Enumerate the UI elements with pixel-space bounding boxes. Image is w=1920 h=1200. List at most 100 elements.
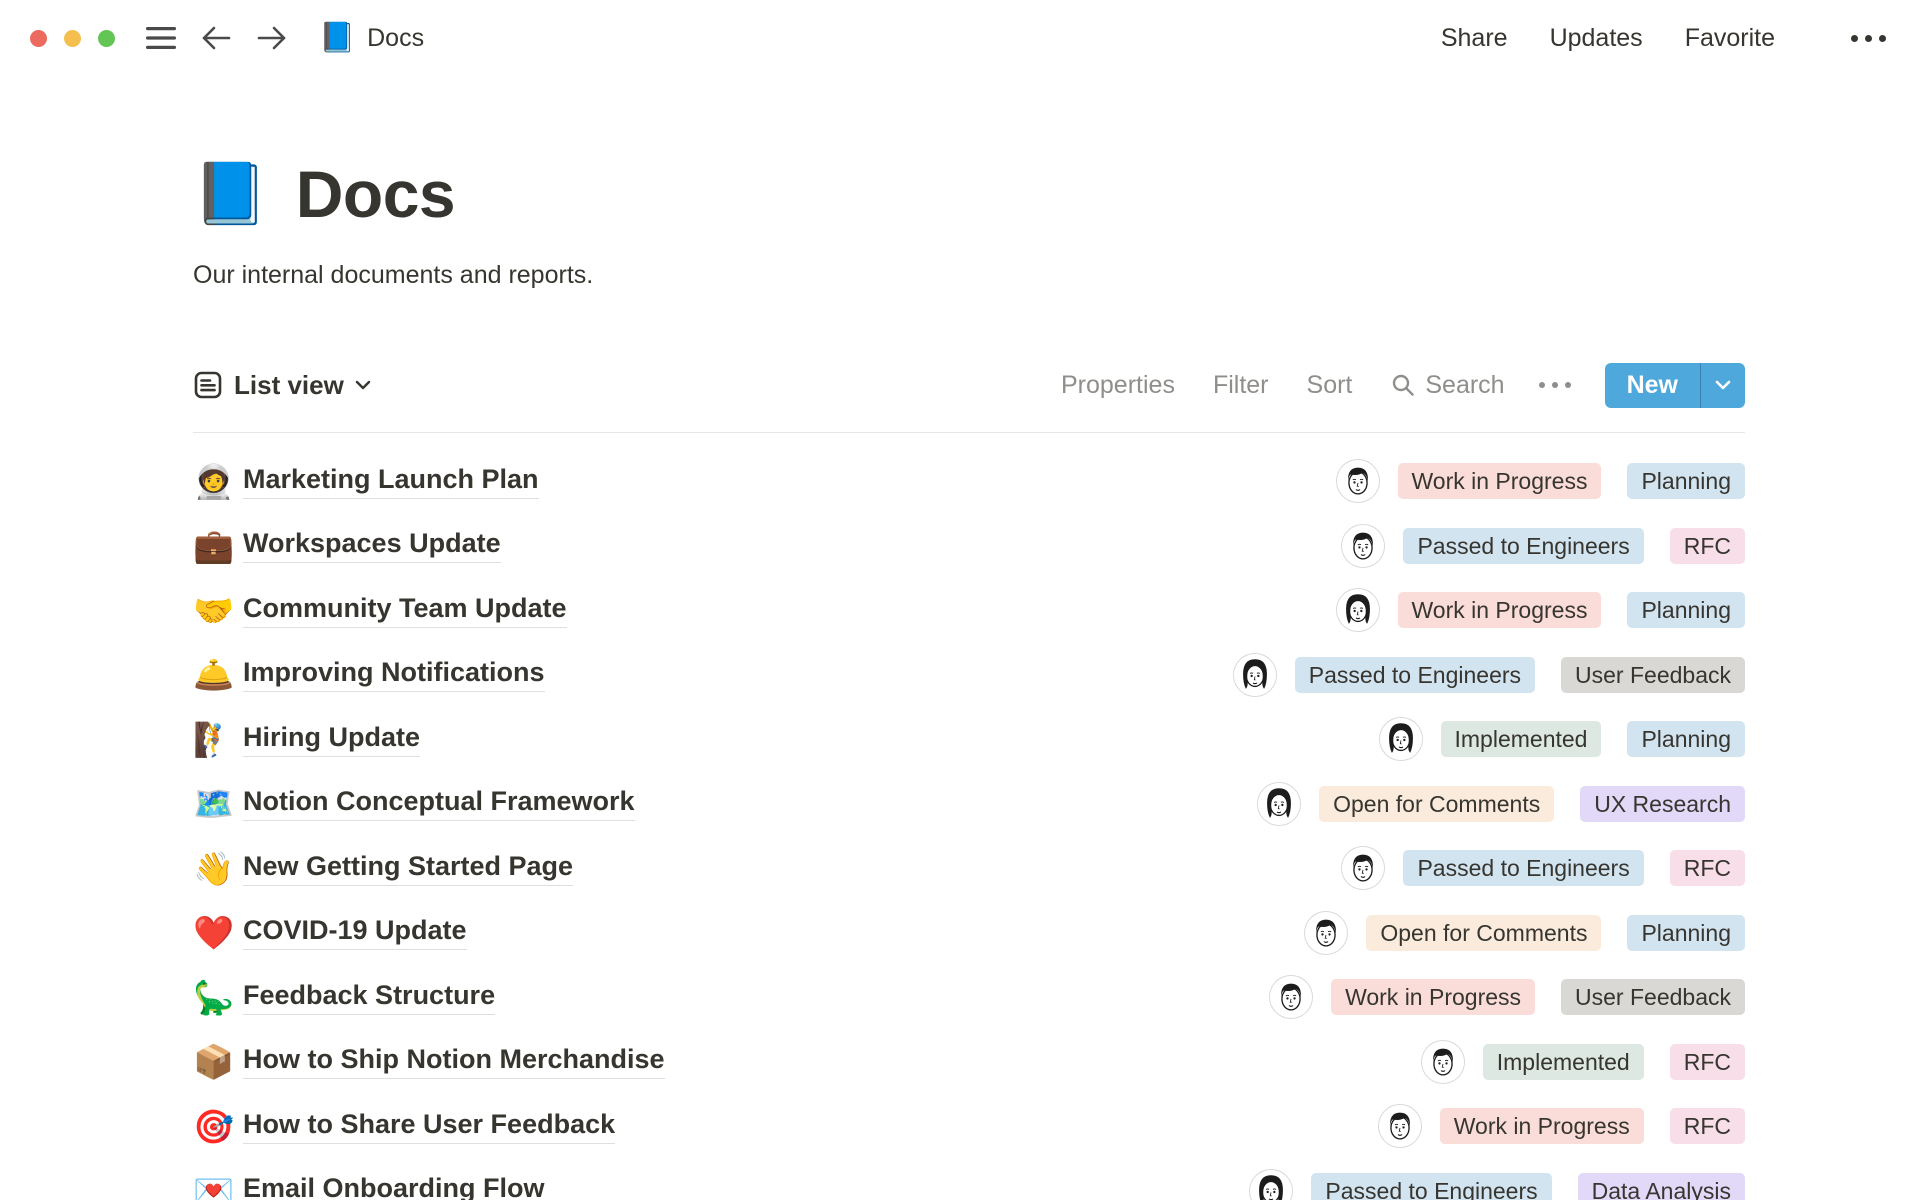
status-badge[interactable]: Work in Progress — [1397, 463, 1602, 500]
document-list: 🧑‍🚀 Marketing Launch Plan Work in Progre… — [193, 433, 1745, 1200]
favorite-button[interactable]: Favorite — [1685, 24, 1775, 53]
category-badge[interactable]: UX Research — [1580, 785, 1745, 822]
hamburger-menu-icon[interactable] — [145, 25, 177, 51]
heart-emoji-icon: ❤️ — [193, 914, 235, 952]
page-link[interactable]: New Getting Started Page — [243, 851, 574, 886]
search-button[interactable]: Search — [1390, 370, 1505, 400]
status-badge[interactable]: Work in Progress — [1397, 592, 1602, 629]
page-header: 📘 Docs — [193, 154, 1745, 234]
person-avatar — [1377, 1104, 1422, 1149]
page-link[interactable]: Marketing Launch Plan — [243, 464, 539, 499]
status-badge[interactable]: Open for Comments — [1366, 914, 1602, 951]
list-item[interactable]: 🛎️ Improving Notifications Passed to Eng… — [193, 643, 1745, 708]
list-item[interactable]: 🎯 How to Share User Feedback Work in Pro… — [193, 1094, 1745, 1159]
chevron-down-icon — [355, 380, 371, 390]
package-emoji-icon: 📦 — [193, 1043, 235, 1081]
status-badge[interactable]: Work in Progress — [1331, 979, 1536, 1016]
waving-hand-emoji-icon: 👋 — [193, 849, 235, 887]
close-window-icon[interactable] — [30, 29, 47, 47]
world-map-emoji-icon: 🗺️ — [193, 785, 235, 823]
zoom-window-icon[interactable] — [98, 29, 115, 47]
status-badge[interactable]: Open for Comments — [1319, 785, 1555, 822]
status-badge[interactable]: Passed to Engineers — [1403, 850, 1644, 887]
list-item[interactable]: 🤝 Community Team Update Work in Progress… — [193, 578, 1745, 643]
bell-emoji-icon: 🛎️ — [193, 656, 235, 694]
new-dropdown-button[interactable] — [1701, 363, 1745, 408]
page-content: 📘 Docs Our internal documents and report… — [193, 76, 1745, 1200]
person-avatar — [1420, 1039, 1465, 1084]
page-link[interactable]: Community Team Update — [243, 593, 567, 628]
status-badge[interactable]: Implemented — [1482, 1043, 1644, 1080]
list-item[interactable]: ❤️ COVID-19 Update Open for Comments Pla… — [193, 901, 1745, 966]
person-avatar — [1249, 1168, 1294, 1200]
category-badge[interactable]: User Feedback — [1561, 656, 1745, 693]
page-link[interactable]: Improving Notifications — [243, 657, 545, 693]
astronaut-emoji-icon: 🧑‍🚀 — [193, 462, 235, 500]
category-badge[interactable]: Planning — [1627, 721, 1745, 758]
list-item[interactable]: 🗺️ Notion Conceptual Framework Open for … — [193, 772, 1745, 837]
page-link[interactable]: Email Onboarding Flow — [243, 1173, 545, 1200]
list-item[interactable]: 💼 Workspaces Update Passed to Engineers … — [193, 514, 1745, 579]
list-item[interactable]: 💌 Email Onboarding Flow Passed to Engine… — [193, 1159, 1745, 1200]
list-item[interactable]: 👋 New Getting Started Page Passed to Eng… — [193, 836, 1745, 901]
new-button-group: New — [1604, 362, 1745, 408]
category-badge[interactable]: Data Analysis — [1577, 1172, 1745, 1200]
search-label: Search — [1425, 370, 1505, 399]
person-avatar — [1335, 588, 1380, 633]
filter-button[interactable]: Filter — [1213, 371, 1269, 400]
status-badge[interactable]: Work in Progress — [1439, 1108, 1644, 1145]
page-link[interactable]: How to Ship Notion Merchandise — [243, 1044, 665, 1080]
page-link[interactable]: Workspaces Update — [243, 528, 501, 564]
category-badge[interactable]: RFC — [1669, 850, 1745, 887]
toolbar-more-icon[interactable] — [1538, 382, 1571, 388]
briefcase-emoji-icon: 💼 — [193, 527, 235, 565]
new-button[interactable]: New — [1605, 363, 1700, 408]
page-link[interactable]: Feedback Structure — [243, 980, 496, 1015]
page-link[interactable]: COVID-19 Update — [243, 915, 467, 951]
properties-button[interactable]: Properties — [1061, 371, 1175, 400]
person-avatar — [1341, 523, 1386, 568]
search-icon — [1393, 374, 1415, 396]
page-link[interactable]: How to Share User Feedback — [243, 1109, 616, 1144]
dinosaur-emoji-icon: 🦕 — [193, 978, 235, 1016]
status-badge[interactable]: Passed to Engineers — [1403, 527, 1644, 564]
breadcrumb[interactable]: 📘 Docs — [319, 23, 425, 53]
category-badge[interactable]: User Feedback — [1561, 979, 1745, 1016]
sort-button[interactable]: Sort — [1307, 371, 1353, 400]
share-button[interactable]: Share — [1441, 24, 1508, 53]
window-controls — [30, 29, 115, 47]
category-badge[interactable]: Planning — [1627, 463, 1745, 500]
target-emoji-icon: 🎯 — [193, 1107, 235, 1145]
list-item[interactable]: 🧗 Hiring Update Implemented Planning — [193, 707, 1745, 772]
category-badge[interactable]: Planning — [1627, 592, 1745, 629]
minimize-window-icon[interactable] — [64, 29, 81, 47]
person-avatar — [1257, 781, 1302, 826]
page-book-icon[interactable]: 📘 — [193, 164, 268, 224]
category-badge[interactable]: RFC — [1669, 1108, 1745, 1145]
category-badge[interactable]: RFC — [1669, 1043, 1745, 1080]
status-badge[interactable]: Passed to Engineers — [1294, 656, 1536, 693]
list-item[interactable]: 📦 How to Ship Notion Merchandise Impleme… — [193, 1030, 1745, 1095]
back-arrow-icon[interactable] — [199, 24, 233, 52]
status-badge[interactable]: Implemented — [1440, 721, 1602, 758]
page-link[interactable]: Notion Conceptual Framework — [243, 786, 635, 822]
climber-emoji-icon: 🧗 — [193, 720, 235, 758]
category-badge[interactable]: Planning — [1627, 914, 1745, 951]
updates-button[interactable]: Updates — [1550, 24, 1643, 53]
person-avatar — [1269, 975, 1314, 1020]
titlebar: 📘 Docs Share Updates Favorite — [0, 0, 1920, 76]
love-letter-emoji-icon: 💌 — [193, 1172, 235, 1200]
doc-title: Docs — [367, 23, 425, 52]
person-avatar — [1378, 717, 1423, 762]
more-options-icon[interactable] — [1851, 34, 1886, 42]
status-badge[interactable]: Passed to Engineers — [1311, 1172, 1552, 1200]
category-badge[interactable]: RFC — [1669, 527, 1745, 564]
list-view-selector[interactable]: List view — [193, 370, 371, 401]
list-item[interactable]: 🧑‍🚀 Marketing Launch Plan Work in Progre… — [193, 449, 1745, 514]
person-avatar — [1232, 652, 1277, 697]
handshake-emoji-icon: 🤝 — [193, 591, 235, 629]
list-item[interactable]: 🦕 Feedback Structure Work in Progress Us… — [193, 965, 1745, 1030]
page-link[interactable]: Hiring Update — [243, 722, 421, 757]
new-chevron-down-icon — [1715, 380, 1731, 390]
forward-arrow-icon[interactable] — [255, 24, 289, 52]
